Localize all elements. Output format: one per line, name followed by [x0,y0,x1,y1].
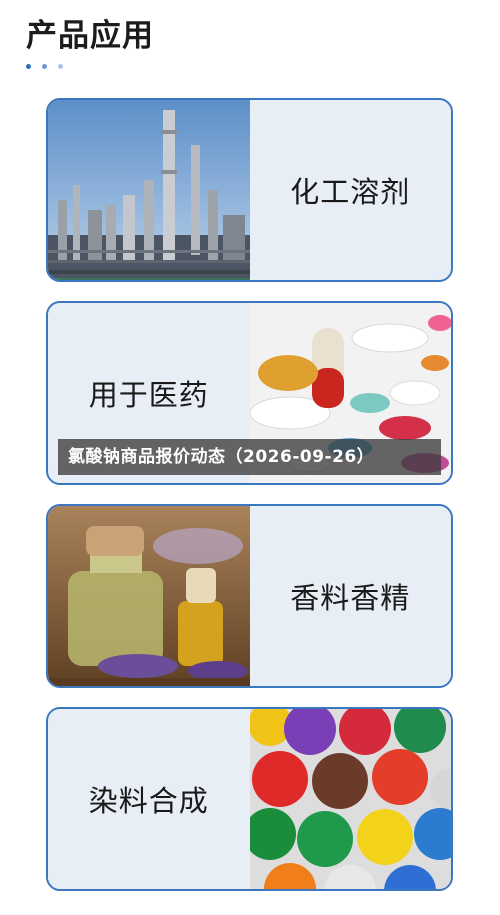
page-title: 产品应用 [26,18,154,54]
card-label: 化工溶剂 [290,175,411,209]
card-label: 染料合成 [88,784,209,818]
card-label-pane: 香料香精 [249,506,451,686]
card-label-pane: 染料合成 [48,709,250,889]
application-card-fragrance[interactable]: 香料香精 [46,504,453,688]
paint-jars-image [249,709,451,889]
essential-oil-bottles-image [48,506,250,686]
price-news-banner[interactable]: 氯酸钠商品报价动态（2026-09-26） [58,439,441,475]
dot-indicator-3 [58,64,63,69]
chemical-plant-image [48,100,250,280]
card-label-pane: 化工溶剂 [249,100,451,280]
dot-indicator-1 [26,64,31,69]
application-card-dye-synthesis[interactable]: 染料合成 [46,707,453,891]
application-card-chemical-solvent[interactable]: 化工溶剂 [46,98,453,282]
card-label: 香料香精 [290,581,411,615]
card-label: 用于医药 [88,378,209,412]
dot-indicator-2 [42,64,47,69]
